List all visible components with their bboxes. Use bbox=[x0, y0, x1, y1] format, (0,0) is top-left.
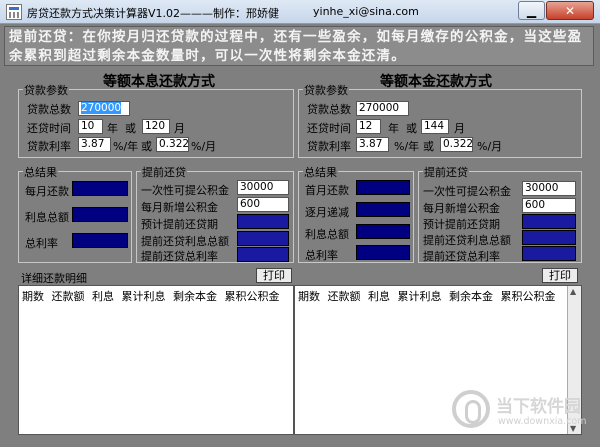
left-loan-params-title: 贷款参数 bbox=[23, 82, 69, 98]
left-prepay-interest-label: 提前还贷利息总额 bbox=[141, 235, 229, 248]
author-email: yinhe_xi@sina.com bbox=[313, 5, 419, 18]
watermark: 当下软件园 www.downxia.com bbox=[452, 390, 592, 434]
right-loan-total-input[interactable]: 270000 bbox=[356, 101, 409, 116]
left-expected-period-output bbox=[237, 214, 289, 229]
right-detail-header: 期数 还款额 利息 累计利息 剩余本金 累积公积金 bbox=[298, 290, 556, 303]
window-title: 房贷还款方式决策计算器V1.02———制作：邢娇健 bbox=[27, 7, 280, 20]
left-prepay-interest-output bbox=[237, 231, 289, 246]
watermark-url: www.downxia.com bbox=[498, 416, 587, 427]
left-term-years-input[interactable]: 10 bbox=[78, 119, 103, 134]
right-loan-params-title: 贷款参数 bbox=[303, 82, 349, 98]
right-one-time-fund-input[interactable]: 30000 bbox=[522, 181, 576, 196]
right-total-rate-label: 总利率 bbox=[305, 249, 338, 262]
left-one-time-fund-input[interactable]: 30000 bbox=[237, 180, 289, 195]
right-rate-or-text: 或 bbox=[423, 140, 434, 153]
right-year-unit: 年 bbox=[388, 122, 399, 135]
left-loan-total-label: 贷款总数 bbox=[27, 103, 71, 116]
left-month-unit: 月 bbox=[174, 122, 185, 135]
equal-installment-heading: 等额本息还款方式 bbox=[103, 74, 215, 90]
right-term-months-input[interactable]: 144 bbox=[421, 119, 449, 134]
right-prepay-interest-output bbox=[522, 230, 576, 245]
right-monthly-fund-label: 每月新增公积金 bbox=[423, 202, 500, 215]
right-print-button[interactable]: 打印 bbox=[542, 268, 578, 283]
right-prepay-interest-label: 提前还贷利息总额 bbox=[423, 234, 511, 247]
left-total-rate-label: 总利率 bbox=[25, 237, 58, 250]
left-prepay-title: 提前还贷 bbox=[141, 164, 187, 180]
watermark-logo-icon bbox=[452, 390, 490, 428]
right-interest-total-label: 利息总额 bbox=[305, 228, 349, 241]
left-result-group: 总结果 每月还款 利息总额 总利率 bbox=[18, 164, 132, 263]
left-rate-month-unit: %/月 bbox=[191, 140, 217, 153]
right-one-time-fund-label: 一次性可提公积金 bbox=[423, 185, 511, 198]
detail-label: 详细还款明细 bbox=[21, 272, 87, 285]
left-term-label: 还贷时间 bbox=[27, 122, 71, 135]
right-total-rate-output bbox=[356, 245, 410, 260]
right-expected-period-label: 预计提前还贷期 bbox=[423, 218, 500, 231]
right-or-text: 或 bbox=[406, 122, 417, 135]
left-rate-year-input[interactable]: 3.87 bbox=[78, 137, 111, 152]
left-detail-header: 期数 还款额 利息 累计利息 剩余本金 累积公积金 bbox=[22, 290, 280, 303]
right-result-group: 总结果 首月还款 逐月递减 利息总额 总利率 bbox=[298, 164, 414, 263]
right-monthly-decrease-label: 逐月递减 bbox=[305, 206, 349, 219]
prepayment-banner: 提前还贷：在你按月归还贷款的过程中，还有一些盈余，如每月缴存的公积金，当这些盈余… bbox=[4, 26, 594, 66]
right-term-label: 还贷时间 bbox=[307, 122, 351, 135]
left-interest-total-output bbox=[72, 207, 128, 222]
left-print-button[interactable]: 打印 bbox=[256, 268, 292, 283]
left-term-months-input[interactable]: 120 bbox=[142, 119, 170, 134]
left-prepay-rate-output bbox=[237, 247, 289, 262]
close-button[interactable]: ✕ bbox=[546, 1, 594, 20]
left-detail-list[interactable]: 期数 还款额 利息 累计利息 剩余本金 累积公积金 bbox=[18, 285, 294, 435]
right-term-years-input[interactable]: 12 bbox=[356, 119, 381, 134]
left-prepay-group: 提前还贷 一次性可提公积金 30000 每月新增公积金 600 预计提前还贷期 … bbox=[136, 164, 294, 263]
left-interest-total-label: 利息总额 bbox=[25, 211, 69, 224]
right-rate-month-input[interactable]: 0.3225 bbox=[440, 137, 473, 152]
left-rate-or-text: 或 bbox=[141, 140, 152, 153]
right-monthly-decrease-output bbox=[356, 202, 410, 217]
close-icon: ✕ bbox=[564, 3, 576, 18]
right-loan-params-group: 贷款参数 贷款总数 270000 还贷时间 12 年 或 144 月 贷款利率 … bbox=[298, 82, 582, 158]
right-result-title: 总结果 bbox=[303, 164, 338, 180]
window-titlebar[interactable]: 房贷还款方式决策计算器V1.02———制作：邢娇健 yinhe_xi@sina.… bbox=[0, 0, 600, 24]
right-prepay-rate-output bbox=[522, 246, 576, 261]
right-prepay-rate-label: 提前还贷总利率 bbox=[423, 250, 500, 263]
right-rate-year-unit: %/年 bbox=[394, 140, 420, 153]
left-monthly-pay-label: 每月还款 bbox=[25, 185, 69, 198]
app-icon bbox=[6, 4, 22, 20]
right-loan-total-label: 贷款总数 bbox=[307, 103, 351, 116]
watermark-text: 当下软件园 bbox=[496, 397, 581, 417]
right-month-unit: 月 bbox=[454, 122, 465, 135]
left-rate-month-input[interactable]: 0.3225 bbox=[156, 137, 189, 152]
left-prepay-rate-label: 提前还贷总利率 bbox=[141, 250, 218, 263]
right-rate-year-input[interactable]: 3.87 bbox=[356, 137, 389, 152]
left-or-text: 或 bbox=[125, 122, 136, 135]
right-prepay-group: 提前还贷 一次性可提公积金 30000 每月新增公积金 600 预计提前还贷期 … bbox=[418, 164, 582, 263]
left-year-unit: 年 bbox=[107, 122, 118, 135]
left-total-rate-output bbox=[72, 233, 128, 248]
right-rate-month-unit: %/月 bbox=[477, 140, 503, 153]
left-rate-year-unit: %/年 bbox=[113, 140, 139, 153]
right-prepay-title: 提前还贷 bbox=[423, 164, 469, 180]
left-expected-period-label: 预计提前还贷期 bbox=[141, 218, 218, 231]
left-monthly-fund-input[interactable]: 600 bbox=[237, 197, 289, 212]
left-loan-total-input[interactable]: 270000 bbox=[78, 101, 130, 116]
left-rate-label: 贷款利率 bbox=[27, 140, 71, 153]
left-result-title: 总结果 bbox=[23, 164, 58, 180]
right-first-month-label: 首月还款 bbox=[305, 184, 349, 197]
left-monthly-pay-output bbox=[72, 181, 128, 196]
minimize-button[interactable]: ▁ bbox=[518, 1, 545, 20]
left-one-time-fund-label: 一次性可提公积金 bbox=[141, 184, 229, 197]
equal-principal-heading: 等额本金还款方式 bbox=[380, 74, 492, 90]
right-monthly-fund-input[interactable]: 600 bbox=[522, 198, 576, 213]
right-first-month-output bbox=[356, 180, 410, 195]
left-monthly-fund-label: 每月新增公积金 bbox=[141, 201, 218, 214]
left-loan-total-value: 270000 bbox=[81, 102, 122, 114]
right-expected-period-output bbox=[522, 214, 576, 229]
right-interest-total-output bbox=[356, 224, 410, 239]
right-rate-label: 贷款利率 bbox=[307, 140, 351, 153]
minimize-icon: ▁ bbox=[526, 3, 537, 18]
left-loan-params-group: 贷款参数 贷款总数 270000 还贷时间 10 年 或 120 月 贷款利率 … bbox=[18, 82, 294, 158]
